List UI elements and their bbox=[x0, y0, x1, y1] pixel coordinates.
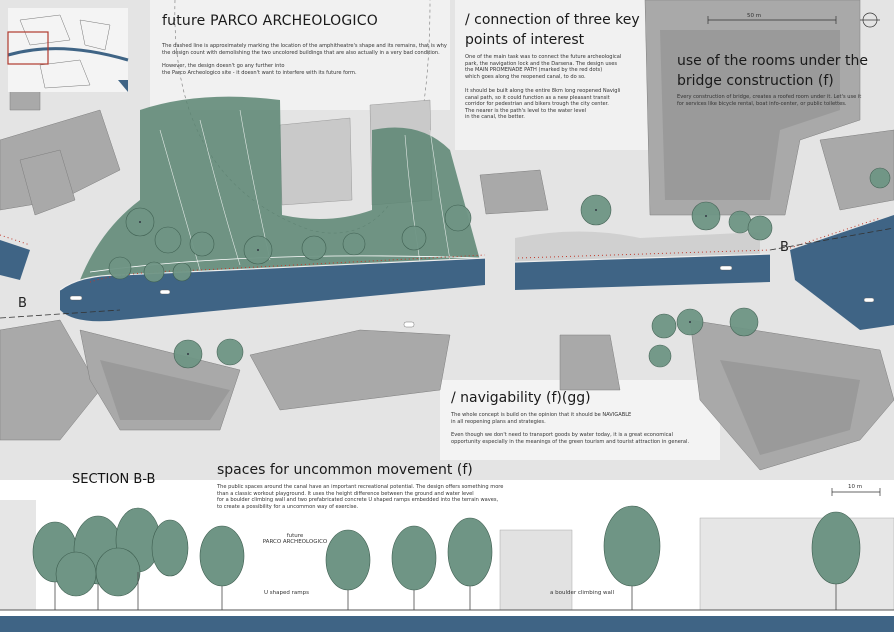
plan-scale-label: 50 m bbox=[747, 13, 762, 19]
section-mark-b-right: B bbox=[780, 240, 789, 255]
text-parco-2: However, the design doesn't go any furth… bbox=[162, 63, 357, 76]
section-mark-b-left: B bbox=[18, 296, 27, 311]
heading-uncommon-movement: spaces for uncommon movement (f) bbox=[217, 462, 473, 478]
text-connection-2: It should be built along the entire 8km … bbox=[465, 88, 621, 121]
heading-section-bb: SECTION B-B bbox=[72, 472, 156, 487]
text-navigability-2: Even though we don't need to transport g… bbox=[451, 432, 690, 445]
text-parco-1: The dashed line is approximately marking… bbox=[162, 43, 447, 56]
text-navigability-1: The whole concept is build on the opinio… bbox=[451, 412, 632, 425]
heading-bridge-rooms: use of the rooms under the bridge constru… bbox=[677, 53, 868, 89]
section-label-future: future PARCO ARCHEOLOGICO bbox=[262, 533, 328, 545]
text-uncommon-movement: The public spaces around the canal have … bbox=[217, 484, 504, 510]
section-scale-label: 10 m bbox=[848, 484, 863, 490]
heading-parco-archeologico: future PARCO ARCHEOLOGICO bbox=[162, 13, 378, 29]
section-label-climbing-wall: a boulder climbing wall bbox=[550, 590, 614, 596]
heading-connection: / connection of three key points of inter… bbox=[465, 12, 640, 48]
heading-navigability: / navigability (f)(gg) bbox=[451, 390, 591, 406]
text-bridge-rooms: Every construction of bridge, creates a … bbox=[677, 94, 862, 107]
section-label-ramps: U shaped ramps bbox=[264, 590, 309, 596]
locator-map bbox=[7, 8, 129, 92]
text-connection-1: One of the main task was to connect the … bbox=[465, 54, 622, 80]
section-water bbox=[0, 616, 894, 632]
